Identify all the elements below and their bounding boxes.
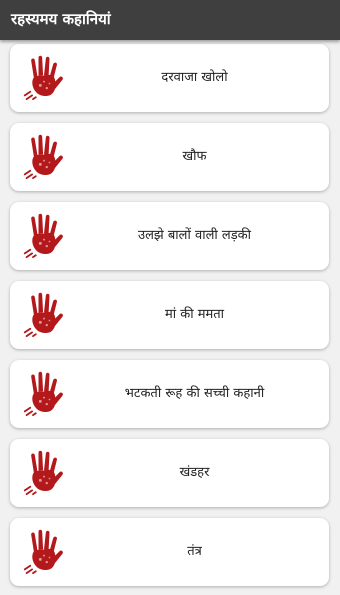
story-title: भटकती रूह की सच्ची कहानी [124, 386, 265, 401]
story-card[interactable]: दरवाजा खोलो [10, 44, 329, 112]
story-card[interactable]: भटकती रूह की सच्ची कहानी [10, 360, 329, 428]
app-bar: रहस्यमय कहानियां [0, 0, 340, 40]
story-title: उलझे बालों वाली लड़की [137, 228, 252, 243]
story-title: खौफ [182, 149, 207, 164]
story-title: दरवाजा खोलो [161, 70, 228, 85]
bloody-hand-icon [23, 133, 64, 179]
story-card[interactable]: खौफ [10, 123, 329, 191]
story-card[interactable]: उलझे बालों वाली लड़की [10, 202, 329, 270]
bloody-hand-icon [23, 370, 64, 417]
story-title: तंत्र [187, 544, 202, 559]
story-title: खंडहर [179, 465, 210, 480]
story-card[interactable]: तंत्र [10, 518, 329, 586]
bloody-hand-icon [23, 54, 64, 100]
story-card[interactable]: मां की ममता [10, 281, 329, 349]
app-title: रहस्यमय कहानियां [11, 10, 111, 28]
bloody-hand-icon [23, 449, 64, 496]
story-card[interactable]: खंडहर [10, 439, 329, 507]
story-title: मां की ममता [164, 307, 225, 322]
bloody-hand-icon [23, 528, 64, 574]
bloody-hand-icon [23, 291, 64, 338]
bloody-hand-icon [23, 212, 64, 259]
